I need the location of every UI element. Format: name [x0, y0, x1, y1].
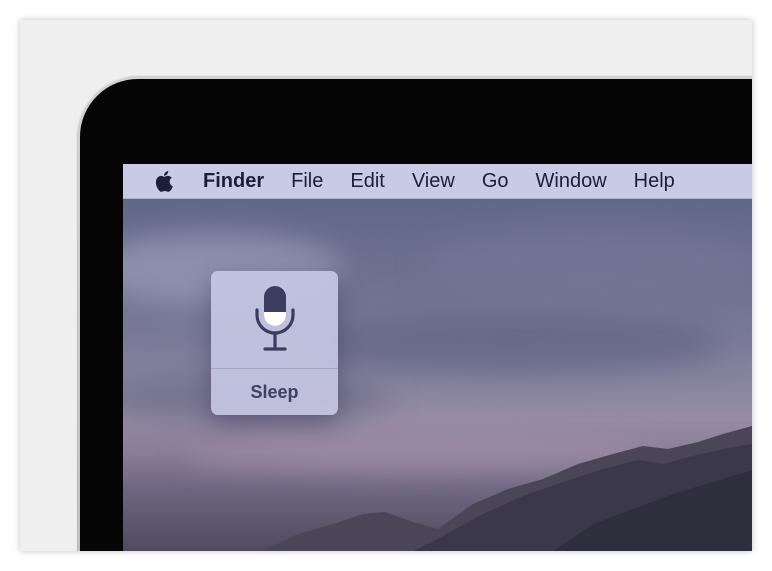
menu-edit[interactable]: Edit	[350, 170, 384, 193]
dictation-status-label: Sleep	[250, 381, 299, 402]
menu-go[interactable]: Go	[482, 170, 509, 193]
microphone-icon[interactable]	[211, 271, 338, 368]
menu-bar: Finder File Edit View Go Window Help	[123, 164, 752, 199]
apple-logo-icon[interactable]	[154, 169, 176, 193]
illustration-canvas: Finder File Edit View Go Window Help Sle…	[0, 0, 772, 571]
menu-file[interactable]: File	[291, 170, 323, 193]
dictation-hud[interactable]: Sleep	[211, 271, 338, 415]
mac-screen: Finder File Edit View Go Window Help Sle…	[123, 164, 752, 551]
illustration-card: Finder File Edit View Go Window Help Sle…	[20, 20, 752, 551]
menu-help[interactable]: Help	[634, 170, 675, 193]
menu-window[interactable]: Window	[536, 170, 607, 193]
menu-view[interactable]: View	[412, 170, 455, 193]
menu-finder[interactable]: Finder	[203, 170, 264, 193]
